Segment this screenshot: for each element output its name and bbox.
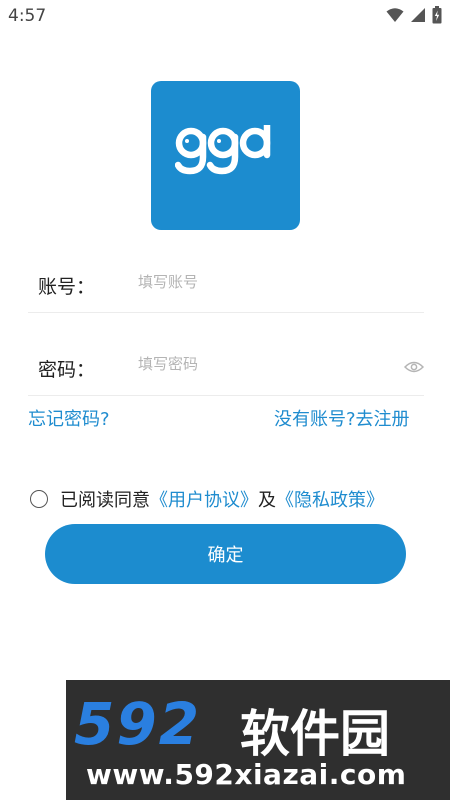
- confirm-button[interactable]: 确定: [45, 524, 406, 584]
- password-input[interactable]: [138, 349, 388, 379]
- agreement-connector: 及: [258, 490, 276, 511]
- user-agreement-link[interactable]: 《用户协议》: [150, 486, 258, 512]
- watermark-banner: 592 软件园 www.592xiazai.com: [66, 680, 450, 800]
- app-logo: [151, 81, 300, 230]
- password-divider: [28, 395, 424, 396]
- privacy-policy-link[interactable]: 《隐私政策》: [276, 486, 384, 512]
- battery-icon: [432, 6, 442, 24]
- agreement-prefix: 已阅读同意: [60, 490, 150, 511]
- agreement-row: 已阅读同意 《用户协议》 及 《隐私政策》: [30, 486, 384, 512]
- wifi-icon: [386, 8, 404, 22]
- status-time: 4:57: [8, 6, 47, 26]
- eye-icon[interactable]: [404, 360, 424, 374]
- register-link[interactable]: 没有账号?去注册: [274, 405, 410, 431]
- watermark-number: 592: [74, 690, 202, 758]
- password-label: 密码：: [38, 359, 96, 381]
- logo-mark: [175, 125, 271, 175]
- account-divider: [28, 312, 424, 313]
- status-bar: 4:57: [0, 0, 450, 32]
- watermark-url: www.592xiazai.com: [86, 758, 407, 791]
- forgot-password-link[interactable]: 忘记密码?: [28, 405, 110, 431]
- account-input[interactable]: [138, 267, 388, 297]
- agreement-radio[interactable]: [30, 490, 48, 508]
- signal-icon: [411, 8, 425, 22]
- account-label: 账号：: [38, 276, 96, 298]
- status-icons: [386, 6, 442, 24]
- watermark-brand: 软件园: [240, 705, 390, 763]
